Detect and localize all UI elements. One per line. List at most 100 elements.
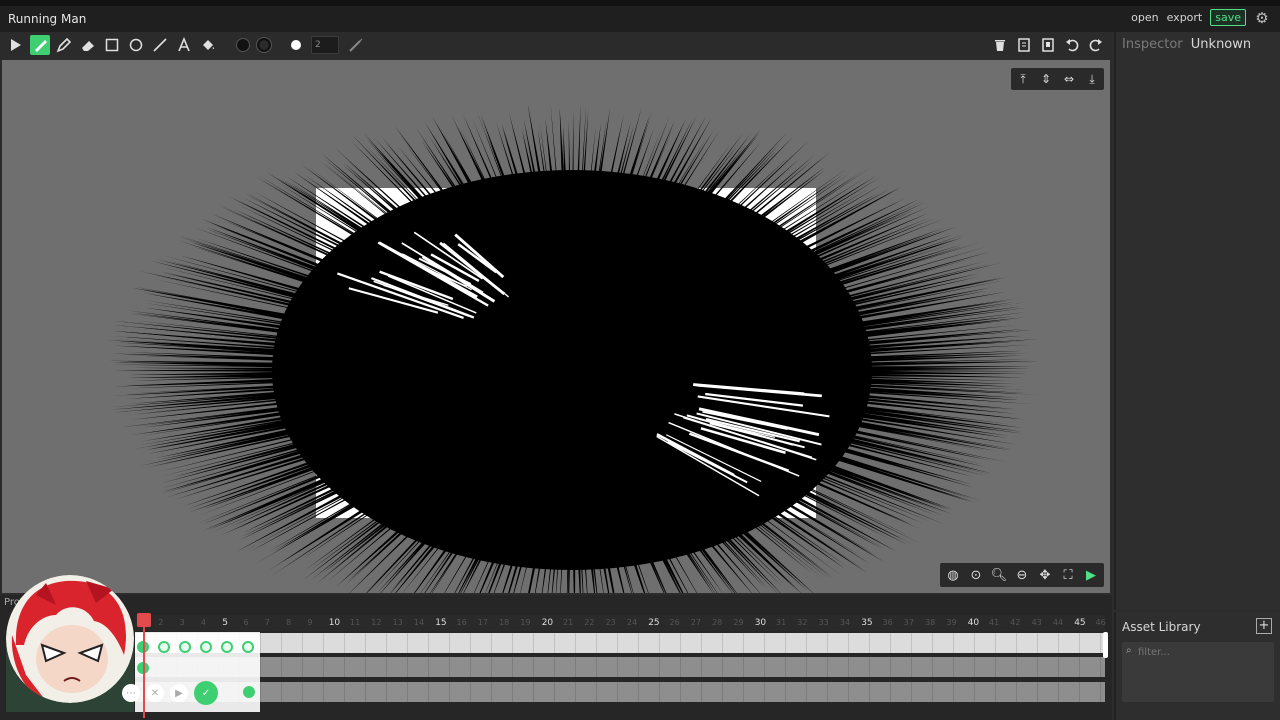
asset-filter: ⌕ bbox=[1122, 642, 1274, 702]
title-bar: Running Man open export save ⚙ bbox=[0, 0, 1280, 32]
frame-tick: 39 bbox=[946, 618, 957, 627]
frame-tick: 22 bbox=[584, 618, 595, 627]
app-title: Running Man bbox=[8, 12, 87, 26]
playhead-handle[interactable] bbox=[137, 613, 151, 627]
frame-number: 30 bbox=[754, 618, 767, 628]
frame-tick: 3 bbox=[179, 618, 185, 627]
text-icon[interactable] bbox=[174, 35, 194, 55]
redo-icon[interactable] bbox=[1086, 35, 1106, 55]
asset-filter-input[interactable] bbox=[1138, 644, 1268, 660]
asset-library-panel: Asset Library + ⌕ bbox=[1114, 612, 1280, 720]
onion-skin-icon[interactable]: ◍ bbox=[943, 565, 963, 585]
settings-gear-icon[interactable]: ⚙ bbox=[1254, 10, 1270, 26]
confirm-check-icon[interactable]: ✓ bbox=[194, 681, 218, 705]
undo-icon[interactable] bbox=[1062, 35, 1082, 55]
line-icon[interactable] bbox=[150, 35, 170, 55]
align-center-icon[interactable]: ⇔ bbox=[1059, 70, 1079, 88]
inspector-selection: Unknown bbox=[1190, 37, 1252, 52]
keyframe[interactable] bbox=[221, 641, 233, 653]
brush-size-input[interactable]: 2 bbox=[311, 36, 339, 54]
select-arrow-icon[interactable] bbox=[6, 35, 26, 55]
eraser-icon[interactable] bbox=[78, 35, 98, 55]
ellipse-icon[interactable] bbox=[126, 35, 146, 55]
frame-tick: 16 bbox=[456, 618, 467, 627]
cancel-icon[interactable]: ✕ bbox=[146, 684, 164, 702]
zoom-out-icon[interactable]: ⊖ bbox=[1012, 565, 1032, 585]
keyframe[interactable] bbox=[200, 641, 212, 653]
inspector-label: Inspector bbox=[1122, 37, 1183, 52]
frame-tick: 32 bbox=[797, 618, 808, 627]
frame-tick: 41 bbox=[989, 618, 1000, 627]
keyframe[interactable] bbox=[158, 641, 170, 653]
rectangle-icon[interactable] bbox=[102, 35, 122, 55]
frame-tick: 43 bbox=[1031, 618, 1042, 627]
inspector-panel: Inspector Unknown bbox=[1114, 32, 1280, 610]
align-toolbar: ⤒ ⇕ ⇔ ⤓ bbox=[1011, 68, 1104, 90]
trash-icon[interactable] bbox=[990, 35, 1010, 55]
brush-size-dot-icon bbox=[286, 35, 306, 55]
frame-tick: 37 bbox=[903, 618, 914, 627]
fit-screen-icon[interactable]: ⛶ bbox=[1058, 565, 1078, 585]
frame-tick: 2 bbox=[158, 618, 164, 627]
align-bottom-icon[interactable]: ⤓ bbox=[1082, 70, 1102, 88]
frame-tick: 14 bbox=[413, 618, 425, 627]
frame-tick: 17 bbox=[477, 618, 488, 627]
frame-tick: 34 bbox=[839, 618, 851, 627]
pan-icon[interactable]: ✥ bbox=[1035, 565, 1055, 585]
keyframe[interactable] bbox=[242, 641, 254, 653]
pressure-brush-icon[interactable] bbox=[346, 35, 366, 55]
frame-tick: 4 bbox=[200, 618, 206, 627]
target-icon[interactable]: ⊙ bbox=[966, 565, 986, 585]
frame-tick: 46 bbox=[1095, 618, 1106, 627]
frame-number: 5 bbox=[222, 618, 228, 628]
speed-lines-artwork bbox=[107, 102, 1040, 593]
step-play-icon[interactable]: ▶ bbox=[170, 684, 188, 702]
frame-tick: 7 bbox=[264, 618, 270, 627]
frame-tick: 6 bbox=[243, 618, 249, 627]
frame-tick: 36 bbox=[882, 618, 893, 627]
file-actions: open export save ⚙ bbox=[1131, 9, 1270, 26]
layer-track-2[interactable] bbox=[135, 657, 1105, 677]
stroke-color-swatch-icon[interactable] bbox=[254, 35, 274, 55]
drawing-toolbar: 2 bbox=[0, 32, 1112, 58]
fill-color-swatch-icon[interactable] bbox=[233, 35, 253, 55]
frame-tick: 19 bbox=[520, 618, 531, 627]
frame-tick: 24 bbox=[626, 618, 638, 627]
open-button[interactable]: open bbox=[1131, 11, 1158, 24]
frame-tick: 38 bbox=[925, 618, 936, 627]
streamer-avatar bbox=[6, 575, 134, 703]
more-icon[interactable]: ⋯ bbox=[122, 684, 140, 702]
timeline-end-handle[interactable] bbox=[1103, 632, 1108, 658]
frame-tick: 42 bbox=[1010, 618, 1021, 627]
frame-tick: 31 bbox=[776, 618, 787, 627]
paste-icon[interactable] bbox=[1038, 35, 1058, 55]
fill-bucket-icon[interactable] bbox=[198, 35, 218, 55]
frame-tick: 26 bbox=[669, 618, 680, 627]
pencil-icon[interactable] bbox=[54, 35, 74, 55]
save-button[interactable]: save bbox=[1210, 9, 1246, 26]
frame-number: 20 bbox=[541, 618, 554, 628]
frame-number: 25 bbox=[648, 618, 660, 628]
frame-number: 40 bbox=[967, 618, 980, 628]
layer-track-1[interactable] bbox=[135, 633, 1105, 653]
keyframe[interactable] bbox=[243, 686, 255, 698]
frame-tick: 28 bbox=[712, 618, 723, 627]
frame-number: 35 bbox=[861, 618, 873, 628]
add-asset-icon[interactable]: + bbox=[1256, 618, 1272, 634]
align-middle-icon[interactable]: ⇕ bbox=[1036, 70, 1056, 88]
app-window: Running Man open export save ⚙ 2 Inspect… bbox=[0, 0, 1280, 720]
drawing-canvas[interactable]: ⤒ ⇕ ⇔ ⤓ ◍ ⊙ 🔍︎ ⊖ ✥ ⛶ ▶ bbox=[2, 60, 1110, 593]
keyframe[interactable] bbox=[179, 641, 191, 653]
brush-icon[interactable] bbox=[30, 35, 50, 55]
play-icon[interactable]: ▶ bbox=[1081, 565, 1101, 585]
frame-ruler[interactable]: 1234567891011121314151617181920212223242… bbox=[135, 615, 1106, 631]
layer-track-3[interactable] bbox=[135, 682, 1105, 702]
frame-tick: 9 bbox=[307, 618, 313, 627]
align-top-icon[interactable]: ⤒ bbox=[1013, 70, 1033, 88]
export-button[interactable]: export bbox=[1167, 11, 1203, 24]
frame-tick: 23 bbox=[605, 618, 616, 627]
frame-number: 10 bbox=[328, 618, 341, 628]
frame-tick: 13 bbox=[392, 618, 403, 627]
copy-icon[interactable] bbox=[1014, 35, 1034, 55]
zoom-in-icon[interactable]: 🔍︎ bbox=[989, 565, 1009, 585]
